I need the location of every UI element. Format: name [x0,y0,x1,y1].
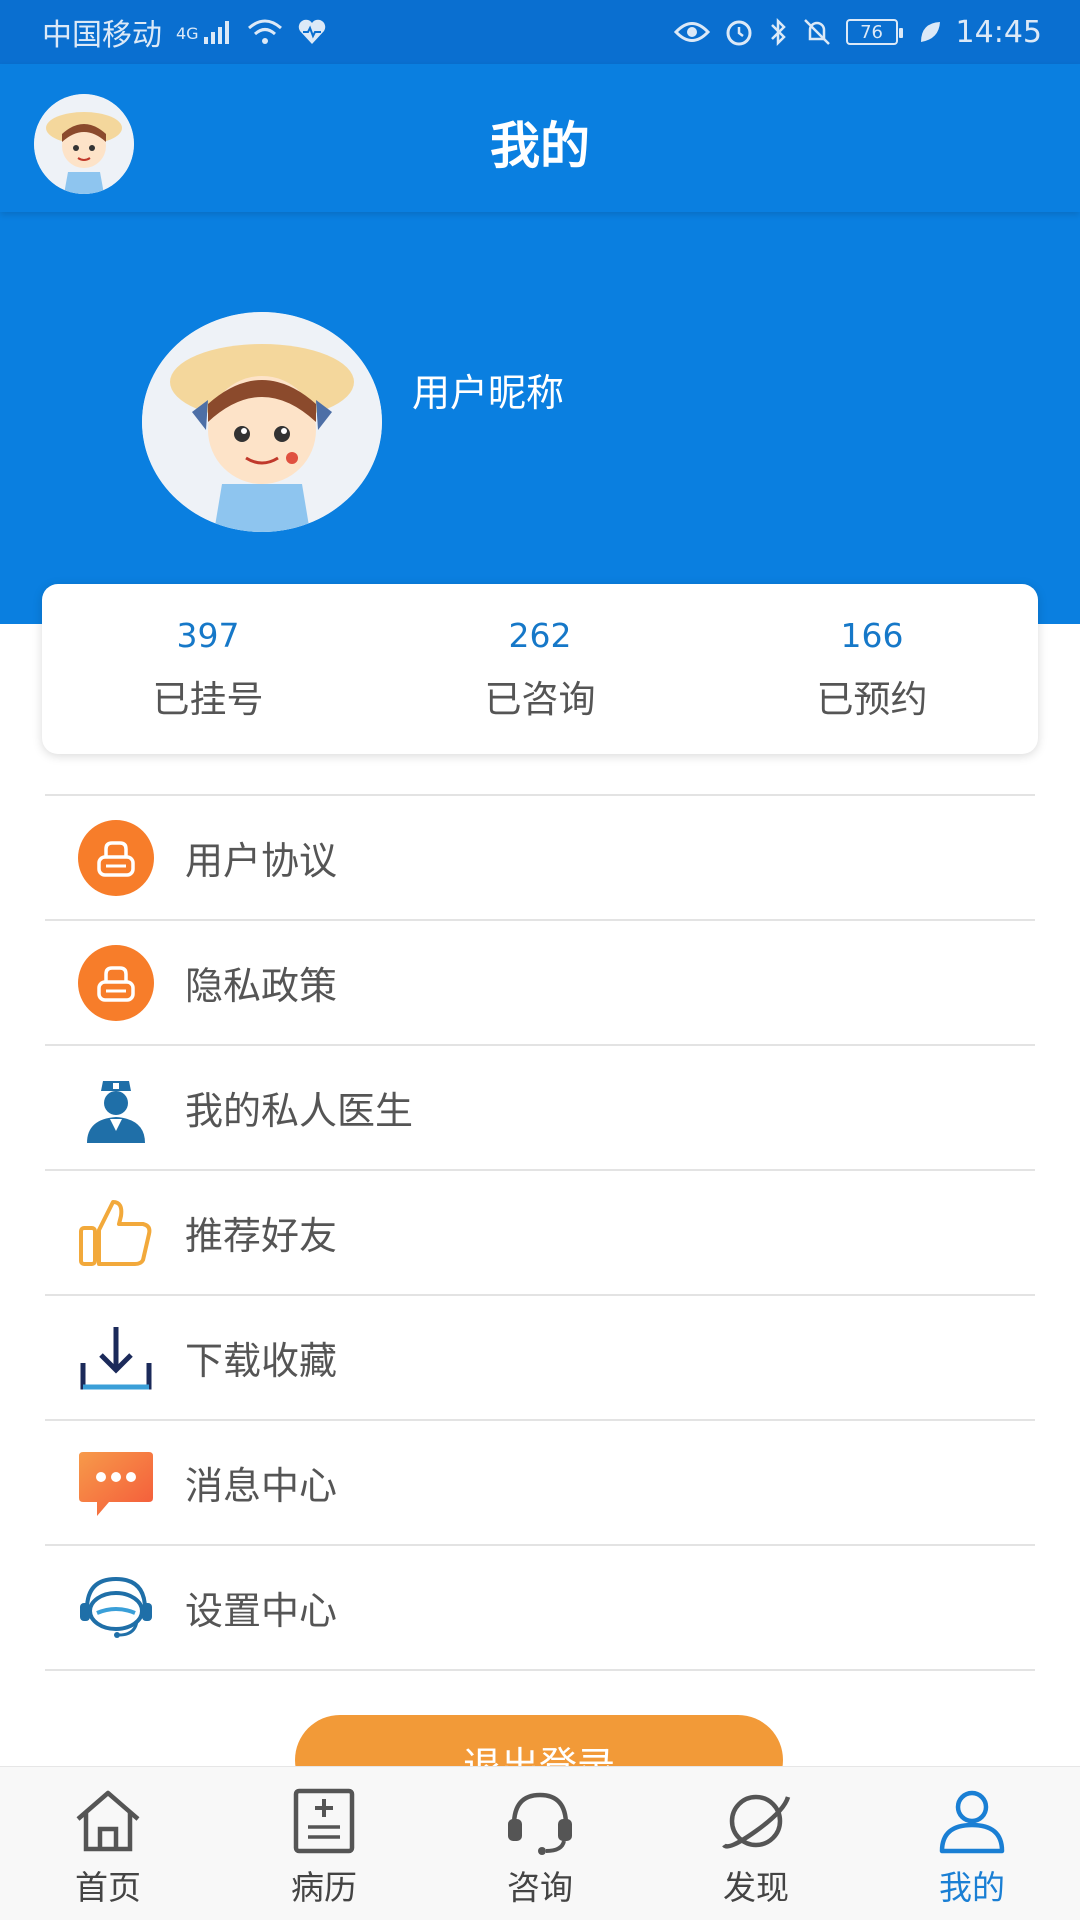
nav-label: 我的 [939,1868,1005,1907]
health-heart-icon [297,18,327,46]
menu-label: 设置中心 [185,1589,338,1633]
menu-item-user-agreement[interactable]: 用户协议 [45,796,1035,921]
medical-record-icon [286,1785,362,1857]
stat-booked[interactable]: 166 已预约 [706,584,1038,754]
stat-value: 397 [176,615,240,655]
nav-item-mine[interactable]: 我的 [864,1767,1080,1920]
status-left: 中国移动 4G [42,10,327,54]
page-title: 我的 [490,117,590,175]
user-nickname[interactable]: 用户昵称 [412,362,564,417]
menu-item-settings-center[interactable]: 设置中心 [45,1546,1035,1671]
battery-indicator: 76 [845,19,903,45]
stat-registered[interactable]: 397 已挂号 [42,584,374,754]
stat-value: 166 [840,615,904,655]
user-icon [934,1785,1010,1857]
carrier-name: 中国移动 [42,18,162,53]
wifi-icon [247,18,283,46]
home-icon [70,1785,146,1857]
message-icon [77,1444,155,1522]
signal-icon [203,19,233,45]
nav-item-medical-record[interactable]: 病历 [216,1767,432,1920]
menu-item-privacy-policy[interactable]: 隐私政策 [45,921,1035,1046]
menu-label: 下载收藏 [185,1339,338,1383]
headset-icon [77,1569,155,1647]
nav-label: 首页 [75,1868,141,1907]
network-type: 4G [176,24,199,43]
menu-label: 推荐好友 [185,1214,338,1258]
nav-item-discover[interactable]: 发现 [648,1767,864,1920]
bluetooth-icon [768,17,788,47]
nav-label: 发现 [723,1868,789,1907]
stat-label: 已预约 [816,677,928,721]
download-icon [77,1319,155,1397]
bottom-nav: 首页 病历 咨询 发现 我的 [0,1766,1080,1920]
menu-item-message-center[interactable]: 消息中心 [45,1421,1035,1546]
doctor-icon [77,1069,155,1147]
menu-label: 消息中心 [185,1464,338,1508]
menu-label: 用户协议 [185,839,338,883]
mute-icon [802,17,832,47]
stat-consulted[interactable]: 262 已咨询 [374,584,706,754]
nav-label: 咨询 [507,1868,573,1907]
status-right: 76 14:45 [673,14,1042,50]
eye-icon [673,19,710,45]
alarm-icon [724,17,754,47]
agreement-icon [77,819,155,897]
stat-label: 已挂号 [152,677,264,721]
menu-item-private-doctor[interactable]: 我的私人医生 [45,1046,1035,1171]
profile-area: 用户昵称 [0,212,1080,624]
profile-avatar[interactable] [142,312,382,532]
menu-label: 我的私人医生 [185,1089,414,1133]
thumbs-up-icon [77,1194,155,1272]
nav-item-consult[interactable]: 咨询 [432,1767,648,1920]
clock: 14:45 [955,14,1042,50]
privacy-icon [77,944,155,1022]
menu-label: 隐私政策 [185,964,338,1008]
menu-item-downloads[interactable]: 下载收藏 [45,1296,1035,1421]
nav-item-home[interactable]: 首页 [0,1767,216,1920]
leaf-icon [918,19,942,45]
menu-list: 用户协议 隐私政策 我的私人医生 推荐好友 下载收藏 消息中心 设置中心 [45,794,1035,1671]
stats-card: 397 已挂号 262 已咨询 166 已预约 [42,584,1038,754]
stat-value: 262 [508,615,572,655]
menu-item-recommend-friends[interactable]: 推荐好友 [45,1171,1035,1296]
nav-label: 病历 [291,1868,357,1907]
stat-label: 已咨询 [484,677,596,721]
consult-headset-icon [502,1785,578,1857]
planet-icon [718,1785,794,1857]
status-bar: 中国移动 4G 76 14:45 [0,0,1080,64]
app-header: 我的 [0,64,1080,212]
